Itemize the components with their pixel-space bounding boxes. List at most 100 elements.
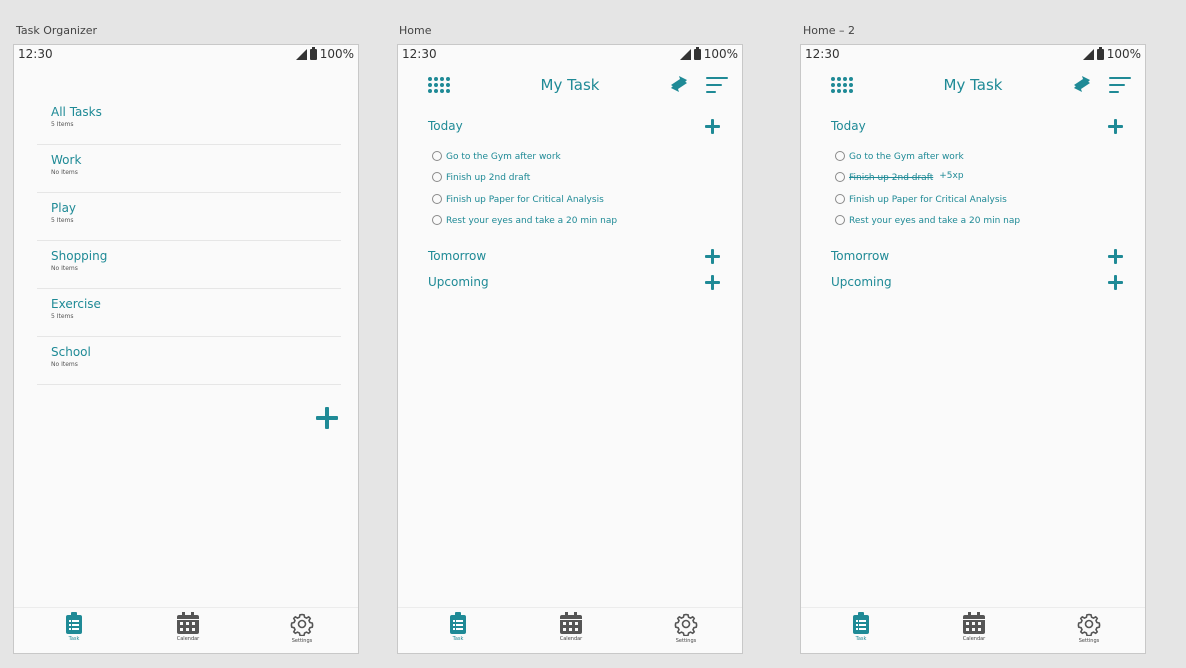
page-title: My Task xyxy=(943,76,1003,94)
category-item-exercise[interactable]: Exercise 5 Items xyxy=(37,289,341,337)
radio-icon[interactable] xyxy=(835,193,845,204)
radio-icon[interactable] xyxy=(835,215,845,226)
category-name: Shopping xyxy=(51,249,108,263)
category-name: All Tasks xyxy=(51,105,102,119)
task-text: Finish up Paper for Critical Analysis xyxy=(446,194,604,205)
nav-item-task[interactable]: Task xyxy=(428,612,488,642)
add-task-tomorrow-button[interactable] xyxy=(705,249,720,264)
nav-item-settings[interactable]: Settings xyxy=(656,612,716,644)
category-count: No Items xyxy=(51,265,78,272)
phone-task-organizer: 12:30 100% All Tasks 5 Items Work No Ite… xyxy=(13,44,359,654)
sort-icon[interactable] xyxy=(706,77,728,93)
category-name: Exercise xyxy=(51,297,101,311)
bottom-nav: Task Calendar Settings xyxy=(14,607,358,653)
calendar-icon xyxy=(177,612,199,634)
nav-item-calendar[interactable]: Calendar xyxy=(158,612,218,642)
swap-icon[interactable] xyxy=(1071,75,1093,93)
nav-item-calendar[interactable]: Calendar xyxy=(541,612,601,642)
nav-item-settings[interactable]: Settings xyxy=(272,612,332,644)
battery-icon xyxy=(309,46,317,60)
task-text: Finish up Paper for Critical Analysis xyxy=(849,194,1007,205)
swap-icon[interactable] xyxy=(668,75,690,93)
sort-icon[interactable] xyxy=(1109,77,1131,93)
artboard-label-home-2: Home – 2 xyxy=(803,24,855,37)
header: My Task xyxy=(801,73,1145,97)
nav-label-task: Task xyxy=(855,636,867,642)
task-text: Go to the Gym after work xyxy=(446,151,561,162)
xp-badge: +5xp xyxy=(939,171,964,182)
battery-percent: 100% xyxy=(319,47,354,61)
nav-item-task[interactable]: Task xyxy=(44,612,104,642)
radio-icon[interactable] xyxy=(835,172,845,183)
task-item-completed[interactable]: Finish up 2nd draft +5xp xyxy=(835,168,1020,190)
radio-icon[interactable] xyxy=(432,150,442,161)
status-bar: 12:30 100% xyxy=(14,45,358,63)
nav-item-calendar[interactable]: Calendar xyxy=(944,612,1004,642)
add-task-upcoming-button[interactable] xyxy=(1108,275,1123,290)
section-title-today: Today xyxy=(428,119,463,133)
task-item[interactable]: Finish up 2nd draft xyxy=(432,168,617,190)
signal-icon xyxy=(1082,48,1094,60)
section-title-tomorrow: Tomorrow xyxy=(831,249,890,263)
task-list-today: Go to the Gym after work Finish up 2nd d… xyxy=(835,146,1020,232)
category-item-play[interactable]: Play 5 Items xyxy=(37,193,341,241)
add-task-upcoming-button[interactable] xyxy=(705,275,720,290)
clipboard-icon xyxy=(450,612,466,634)
task-text: Rest your eyes and take a 20 min nap xyxy=(849,216,1021,227)
task-text: Rest your eyes and take a 20 min nap xyxy=(446,216,618,227)
calendar-icon xyxy=(560,612,582,634)
status-bar: 12:30 100% xyxy=(801,45,1145,63)
status-time: 12:30 xyxy=(805,47,840,61)
category-count: No Items xyxy=(51,169,78,176)
category-name: Work xyxy=(51,153,82,167)
status-time: 12:30 xyxy=(18,47,53,61)
section-title-today: Today xyxy=(831,119,866,133)
radio-icon[interactable] xyxy=(432,193,442,204)
nav-label-task: Task xyxy=(68,636,80,642)
nav-label-settings: Settings xyxy=(675,638,697,644)
section-title-upcoming: Upcoming xyxy=(428,275,489,289)
task-item[interactable]: Go to the Gym after work xyxy=(432,146,617,168)
nav-label-calendar: Calendar xyxy=(176,636,200,642)
category-name: Play xyxy=(51,201,77,215)
add-task-tomorrow-button[interactable] xyxy=(1108,249,1123,264)
calendar-icon xyxy=(963,612,985,634)
gear-icon xyxy=(674,613,698,636)
add-task-today-button[interactable] xyxy=(705,119,720,134)
category-count: No Items xyxy=(51,361,78,368)
section-title-upcoming: Upcoming xyxy=(831,275,892,289)
bottom-nav: Task Calendar Settings xyxy=(398,607,742,653)
gear-icon xyxy=(1077,613,1101,636)
radio-icon[interactable] xyxy=(432,215,442,226)
signal-icon xyxy=(679,48,691,60)
bottom-nav: Task Calendar Settings xyxy=(801,607,1145,653)
category-item-all-tasks[interactable]: All Tasks 5 Items xyxy=(37,97,341,145)
phone-home: 12:30 100% My Task Today Go to the Gym a… xyxy=(397,44,743,654)
battery-percent: 100% xyxy=(703,47,738,61)
add-category-button[interactable] xyxy=(316,407,338,429)
category-item-school[interactable]: School No Items xyxy=(37,337,341,385)
clipboard-icon xyxy=(853,612,869,634)
nav-item-settings[interactable]: Settings xyxy=(1059,612,1119,644)
category-list: All Tasks 5 Items Work No Items Play 5 I… xyxy=(37,97,341,385)
battery-icon xyxy=(693,46,701,60)
add-task-today-button[interactable] xyxy=(1108,119,1123,134)
nav-label-task: Task xyxy=(452,636,464,642)
task-item[interactable]: Finish up Paper for Critical Analysis xyxy=(835,189,1020,211)
phone-home-2: 12:30 100% My Task Today Go to the Gym a… xyxy=(800,44,1146,654)
task-item[interactable]: Rest your eyes and take a 20 min nap xyxy=(432,211,617,233)
artboard-label-home: Home xyxy=(399,24,432,37)
task-item[interactable]: Rest your eyes and take a 20 min nap xyxy=(835,211,1020,233)
category-count: 5 Items xyxy=(51,121,74,128)
category-count: 5 Items xyxy=(51,313,74,320)
radio-icon[interactable] xyxy=(432,172,442,183)
category-item-shopping[interactable]: Shopping No Items xyxy=(37,241,341,289)
section-title-tomorrow: Tomorrow xyxy=(428,249,487,263)
task-item[interactable]: Finish up Paper for Critical Analysis xyxy=(432,189,617,211)
gear-icon xyxy=(290,613,314,636)
task-item[interactable]: Go to the Gym after work xyxy=(835,146,1020,168)
nav-item-task[interactable]: Task xyxy=(831,612,891,642)
category-item-work[interactable]: Work No Items xyxy=(37,145,341,193)
nav-label-settings: Settings xyxy=(291,638,313,644)
radio-icon[interactable] xyxy=(835,150,845,161)
